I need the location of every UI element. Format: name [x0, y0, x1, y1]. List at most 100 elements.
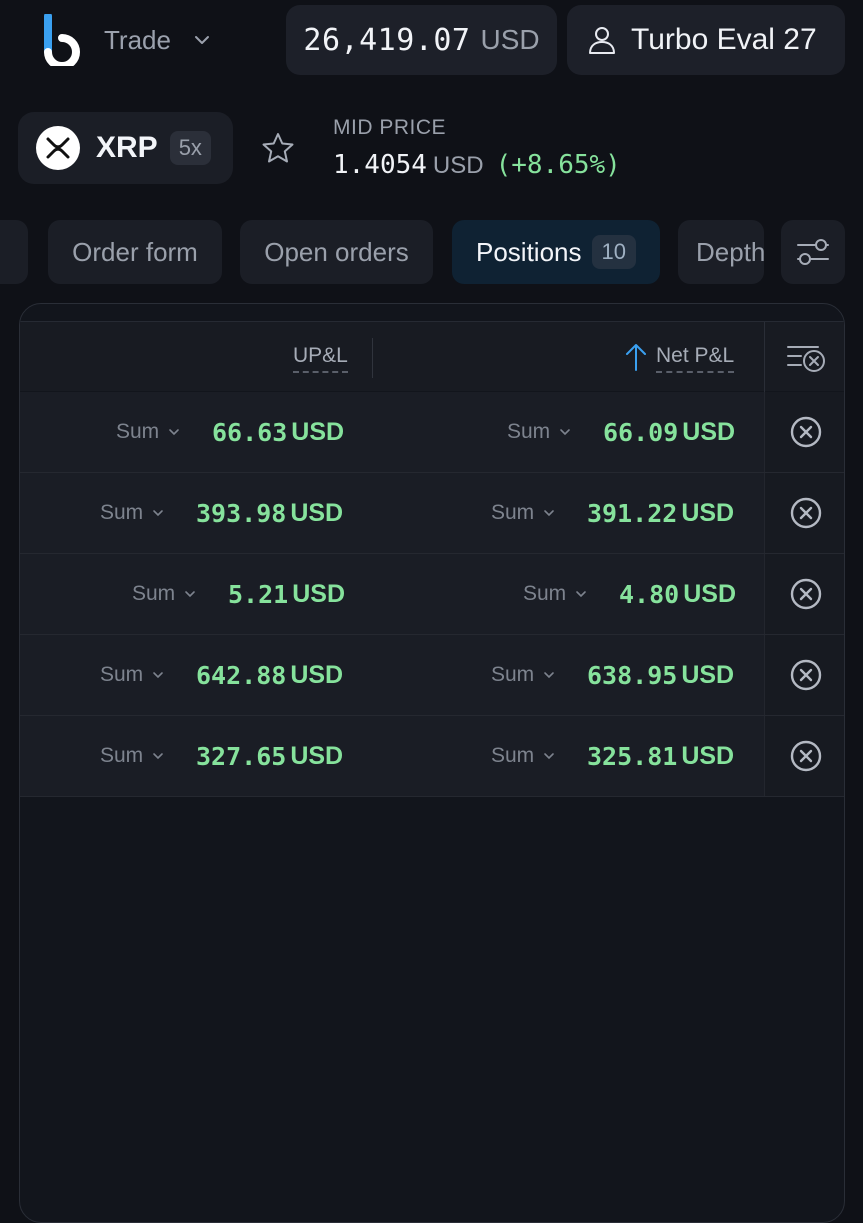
- close-all-button[interactable]: [764, 322, 844, 392]
- upl-amount: 642.88: [196, 660, 287, 690]
- clear-all-icon: [786, 346, 825, 372]
- upl-value: 5.21 USD: [228, 554, 345, 634]
- upl-currency: USD: [290, 498, 344, 527]
- tab-positions[interactable]: Positions 10: [452, 220, 660, 284]
- close-position-button[interactable]: [764, 392, 844, 472]
- aggregation-label: Sum: [507, 420, 551, 443]
- mid-price-label: MID PRICE: [333, 116, 447, 139]
- chevron-down-icon: [169, 429, 179, 436]
- balance-value: 26,419.07: [303, 22, 471, 58]
- upl-aggregation-dropdown[interactable]: Sum: [116, 392, 181, 472]
- net-amount: 638.95: [587, 660, 678, 690]
- upl-aggregation-dropdown[interactable]: Sum: [100, 473, 165, 553]
- tab-open-orders[interactable]: Open orders: [240, 220, 433, 284]
- column-header-net-pnl[interactable]: Net P&L: [656, 344, 735, 373]
- aggregation-label: Sum: [100, 501, 144, 524]
- table-row: Sum 66.63 USD Sum 66.09 USD: [20, 392, 844, 473]
- net-pnl-value: 4.80 USD: [619, 554, 736, 634]
- aggregation-label: Sum: [132, 582, 176, 605]
- net-aggregation-dropdown[interactable]: Sum: [507, 392, 572, 472]
- upl-aggregation-dropdown[interactable]: Sum: [132, 554, 197, 634]
- balance-currency: USD: [480, 24, 540, 55]
- close-position-button[interactable]: [764, 473, 844, 553]
- upl-amount: 393.98: [196, 498, 287, 528]
- upl-amount: 5.21: [228, 579, 289, 609]
- market-selector[interactable]: XRP 5x: [18, 112, 233, 184]
- aggregation-label: Sum: [116, 420, 160, 443]
- trade-menu-label: Trade: [104, 24, 171, 55]
- table-settings-button[interactable]: [781, 220, 845, 284]
- upl-currency: USD: [290, 660, 344, 689]
- net-currency: USD: [681, 741, 735, 770]
- leverage-badge: 5x: [169, 131, 211, 165]
- account-name: Turbo Eval 27: [631, 23, 817, 56]
- upl-value: 66.63 USD: [212, 392, 344, 472]
- net-currency: USD: [681, 660, 735, 689]
- chevron-down-icon: [153, 753, 163, 760]
- brand-logo-icon[interactable]: [40, 14, 88, 66]
- chevron-down-icon: [185, 591, 195, 598]
- column-divider: [372, 338, 373, 378]
- user-icon: [589, 27, 615, 54]
- trade-menu[interactable]: Trade: [104, 20, 211, 60]
- net-pnl-value: 325.81 USD: [587, 716, 734, 796]
- column-header-upl[interactable]: UP&L: [293, 344, 348, 373]
- tab-previous[interactable]: [0, 220, 28, 284]
- aggregation-label: Sum: [491, 501, 535, 524]
- net-currency: USD: [683, 579, 737, 608]
- net-pnl-value: 391.22 USD: [587, 473, 734, 553]
- net-aggregation-dropdown[interactable]: Sum: [491, 635, 556, 715]
- arrow-up-icon[interactable]: [625, 342, 647, 372]
- aggregation-label: Sum: [100, 744, 144, 767]
- chevron-down-icon: [544, 753, 554, 760]
- tab-label: Depth: [696, 236, 764, 267]
- chevron-down-icon: [153, 510, 163, 517]
- table-header: UP&L Net P&L: [20, 321, 844, 392]
- mid-price: 1.4054 USD (+8.65%): [333, 150, 621, 180]
- net-aggregation-dropdown[interactable]: Sum: [491, 716, 556, 796]
- net-currency: USD: [681, 498, 735, 527]
- chevron-down-icon: [194, 36, 209, 44]
- net-amount: 66.09: [603, 417, 679, 447]
- upl-currency: USD: [292, 579, 346, 608]
- star-icon[interactable]: [259, 130, 297, 168]
- upl-aggregation-dropdown[interactable]: Sum: [100, 635, 165, 715]
- panel-tabs: Order form Open orders Positions 10 Dept…: [0, 220, 863, 284]
- tab-label: Order form: [72, 236, 198, 267]
- chevron-down-icon: [544, 510, 554, 517]
- close-position-button[interactable]: [764, 716, 844, 796]
- xrp-icon: [36, 126, 80, 170]
- upl-value: 393.98 USD: [196, 473, 343, 553]
- upl-amount: 66.63: [212, 417, 288, 447]
- price-change: (+8.65%): [495, 150, 621, 180]
- close-position-button[interactable]: [764, 635, 844, 715]
- balance-display[interactable]: 26,419.07 USD: [286, 5, 557, 75]
- market-symbol: XRP: [96, 131, 158, 164]
- table-row: Sum 642.88 USD Sum 638.95 USD: [20, 635, 844, 716]
- sliders-icon: [797, 239, 829, 265]
- table-row: Sum 327.65 USD Sum 325.81 USD: [20, 716, 844, 797]
- table-row: Sum 393.98 USD Sum 391.22 USD: [20, 473, 844, 554]
- top-bar: Trade 26,419.07 USD Turbo Eval 27: [0, 0, 863, 90]
- net-currency: USD: [682, 417, 736, 446]
- upl-aggregation-dropdown[interactable]: Sum: [100, 716, 165, 796]
- net-aggregation-dropdown[interactable]: Sum: [523, 554, 588, 634]
- tab-label: Positions: [476, 236, 582, 267]
- close-circle-icon: [790, 578, 821, 610]
- close-circle-icon: [790, 497, 821, 529]
- tab-order-form[interactable]: Order form: [48, 220, 222, 284]
- net-aggregation-dropdown[interactable]: Sum: [491, 473, 556, 553]
- aggregation-label: Sum: [523, 582, 567, 605]
- tab-depth[interactable]: Depth: [678, 220, 764, 284]
- net-amount: 4.80: [619, 579, 680, 609]
- account-button[interactable]: Turbo Eval 27: [567, 5, 845, 75]
- chevron-down-icon: [560, 429, 570, 436]
- upl-currency: USD: [290, 741, 344, 770]
- positions-table: UP&L Net P&L Sum 66.63 USD Sum 66.09 USD…: [19, 303, 845, 1223]
- close-circle-icon: [790, 416, 821, 448]
- net-pnl-value: 66.09 USD: [603, 392, 735, 472]
- net-amount: 391.22: [587, 498, 678, 528]
- close-position-button[interactable]: [764, 554, 844, 634]
- close-circle-icon: [790, 740, 821, 772]
- net-amount: 325.81: [587, 741, 678, 771]
